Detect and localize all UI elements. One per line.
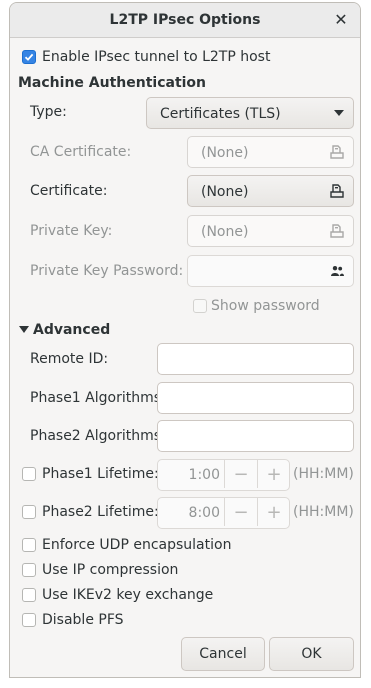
private-key-value: (None) bbox=[201, 224, 249, 240]
advanced-expander[interactable]: Advanced bbox=[33, 322, 110, 338]
phase1-algorithms-field[interactable] bbox=[157, 382, 354, 414]
chevron-down-icon bbox=[334, 110, 344, 116]
ip-compression-label[interactable]: Use IP compression bbox=[42, 562, 178, 578]
phase2-decrement-button[interactable]: − bbox=[225, 498, 257, 528]
phase2-algorithms-label: Phase2 Algorithms: bbox=[30, 428, 166, 444]
ca-certificate-value: (None) bbox=[201, 145, 249, 161]
ip-compression-checkbox[interactable] bbox=[22, 563, 36, 577]
remote-id-field[interactable] bbox=[157, 343, 354, 375]
certificate-icon bbox=[330, 184, 344, 198]
certificate-chooser[interactable]: (None) bbox=[187, 175, 354, 207]
remote-id-label: Remote ID: bbox=[30, 351, 109, 367]
ok-button[interactable]: OK bbox=[269, 637, 354, 671]
disable-pfs-checkbox[interactable] bbox=[22, 613, 36, 627]
phase1-increment-button[interactable]: + bbox=[258, 460, 290, 490]
phase2-lifetime-unit: (HH:MM) bbox=[293, 504, 354, 520]
phase1-lifetime-checkbox[interactable] bbox=[22, 467, 36, 481]
show-password-label[interactable]: Show password bbox=[211, 298, 320, 314]
users-icon bbox=[331, 266, 344, 276]
expander-down-icon[interactable] bbox=[19, 326, 29, 334]
l2tp-ipsec-options-dialog: L2TP IPsec Options ✕ Enable IPsec tunnel… bbox=[9, 2, 361, 678]
phase2-increment-button[interactable]: + bbox=[258, 498, 290, 528]
cancel-button[interactable]: Cancel bbox=[181, 637, 265, 671]
type-label: Type: bbox=[30, 104, 67, 120]
enforce-udp-checkbox[interactable] bbox=[22, 538, 36, 552]
type-dropdown-value: Certificates (TLS) bbox=[160, 106, 281, 122]
certificate-icon bbox=[330, 224, 344, 238]
phase2-lifetime-label[interactable]: Phase2 Lifetime: bbox=[42, 504, 159, 520]
phase2-lifetime-checkbox[interactable] bbox=[22, 505, 36, 519]
dialog-title: L2TP IPsec Options bbox=[109, 12, 261, 28]
private-key-chooser[interactable]: (None) bbox=[187, 215, 354, 247]
private-key-password-field[interactable] bbox=[187, 255, 354, 287]
phase2-lifetime-spinbutton[interactable]: 8:00 − + bbox=[157, 497, 290, 529]
show-password-checkbox[interactable] bbox=[193, 299, 207, 313]
enforce-udp-label[interactable]: Enforce UDP encapsulation bbox=[42, 537, 231, 553]
ikev2-label[interactable]: Use IKEv2 key exchange bbox=[42, 587, 213, 603]
phase1-decrement-button[interactable]: − bbox=[225, 460, 257, 490]
ca-certificate-chooser[interactable]: (None) bbox=[187, 136, 354, 168]
ikev2-checkbox[interactable] bbox=[22, 588, 36, 602]
title-bar: L2TP IPsec Options ✕ bbox=[10, 3, 360, 38]
phase1-lifetime-unit: (HH:MM) bbox=[293, 466, 354, 482]
certificate-value: (None) bbox=[201, 184, 249, 200]
phase2-algorithms-field[interactable] bbox=[157, 420, 354, 452]
close-icon[interactable]: ✕ bbox=[332, 11, 350, 29]
phase1-algorithms-label: Phase1 Algorithms: bbox=[30, 390, 166, 406]
phase1-lifetime-label[interactable]: Phase1 Lifetime: bbox=[42, 466, 159, 482]
phase2-lifetime-value: 8:00 bbox=[188, 505, 220, 521]
private-key-label: Private Key: bbox=[30, 223, 113, 239]
ca-certificate-label: CA Certificate: bbox=[30, 144, 132, 160]
type-dropdown[interactable]: Certificates (TLS) bbox=[146, 97, 354, 129]
certificate-icon bbox=[330, 145, 344, 159]
private-key-password-label: Private Key Password: bbox=[30, 263, 184, 279]
certificate-label: Certificate: bbox=[30, 183, 108, 199]
disable-pfs-label[interactable]: Disable PFS bbox=[42, 612, 124, 628]
enable-ipsec-label[interactable]: Enable IPsec tunnel to L2TP host bbox=[42, 49, 270, 65]
phase1-lifetime-spinbutton[interactable]: 1:00 − + bbox=[157, 459, 290, 491]
enable-ipsec-checkbox[interactable] bbox=[22, 50, 36, 64]
phase1-lifetime-value: 1:00 bbox=[188, 467, 220, 483]
machine-auth-heading: Machine Authentication bbox=[18, 75, 207, 91]
